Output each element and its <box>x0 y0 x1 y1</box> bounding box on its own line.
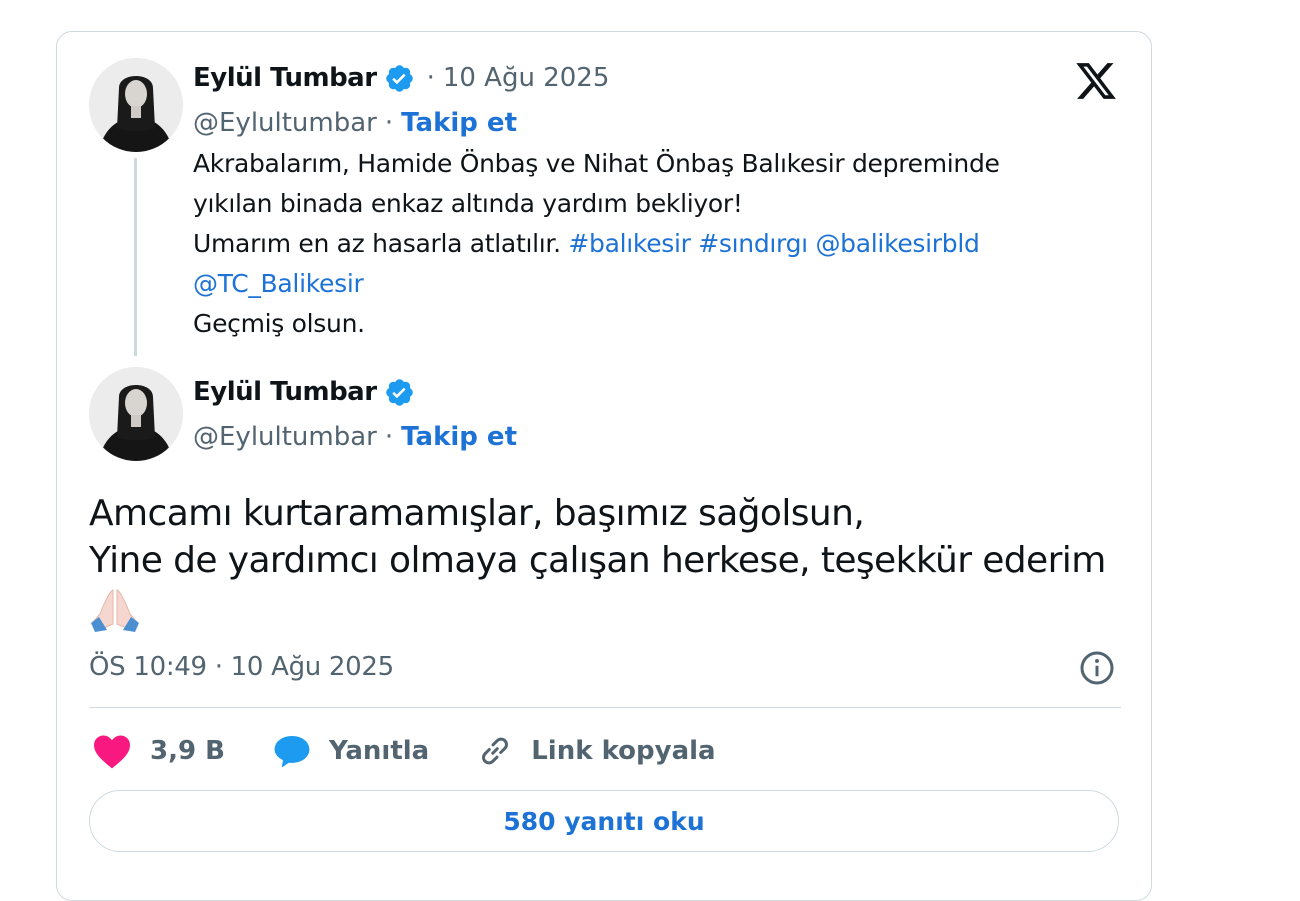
main-author-avatar[interactable] <box>89 367 183 461</box>
verified-badge-icon <box>385 378 413 406</box>
text-segment: Umarım en az hasarla atlatılır. <box>193 229 569 258</box>
main-tweet-header: Eylül Tumbar <box>193 372 415 412</box>
quoted-author-handle[interactable]: @Eylultumbar <box>193 108 377 138</box>
quoted-text-line: Geçmiş olsun. <box>193 304 1093 344</box>
quoted-text-line: @TC_Balikesir <box>193 264 1093 304</box>
quoted-author-name[interactable]: Eylül Tumbar <box>193 63 377 93</box>
hashtag-link[interactable]: #sındırgı <box>698 229 808 258</box>
link-icon <box>482 737 509 765</box>
quoted-tweet-date[interactable]: 10 Ağu 2025 <box>443 63 610 93</box>
like-count: 3,9 B <box>150 736 225 766</box>
mention-link[interactable]: @TC_Balikesir <box>193 269 364 298</box>
main-author-handle[interactable]: @Eylultumbar <box>193 422 377 452</box>
tweet-actions-bar: 3,9 B Yanıtla Link kopyala <box>92 727 764 775</box>
text-segment: yıkılan binada enkaz altında yardım bekl… <box>193 189 743 218</box>
mention-link[interactable]: @balikesirbld <box>815 229 979 258</box>
reply-button[interactable]: Yanıtla <box>273 733 429 769</box>
heart-icon <box>94 735 130 769</box>
main-follow-link[interactable]: Takip et <box>401 422 517 452</box>
text-segment: Akrabalarım, Hamide Önbaş ve Nihat Önbaş… <box>193 149 1000 178</box>
header-separator: · <box>426 63 435 93</box>
like-button[interactable]: 3,9 B <box>92 733 225 769</box>
quoted-tweet-subheader: @Eylultumbar · Takip et <box>193 103 517 143</box>
quoted-author-avatar[interactable] <box>89 58 183 152</box>
tweet-timestamp[interactable]: ÖS 10:49 · 10 Ağu 2025 <box>89 652 394 682</box>
copy-link-label: Link kopyala <box>531 736 716 766</box>
quoted-text-line: Akrabalarım, Hamide Önbaş ve Nihat Önbaş… <box>193 144 1093 184</box>
actions-divider <box>89 707 1121 708</box>
folded-hands-emoji <box>91 589 139 632</box>
quoted-tweet-text: Akrabalarım, Hamide Önbaş ve Nihat Önbaş… <box>193 144 1093 344</box>
quoted-text-line: yıkılan binada enkaz altında yardım bekl… <box>193 184 1093 224</box>
main-tweet-text: Amcamı kurtaramamışlar, başımız sağolsun… <box>89 490 1129 632</box>
hashtag-link[interactable]: #balıkesir <box>568 229 691 258</box>
text-segment: Geçmiş olsun. <box>193 309 365 338</box>
main-tweet-line: Amcamı kurtaramamışlar, başımız sağolsun… <box>89 493 865 534</box>
x-logo-icon[interactable] <box>1074 59 1118 103</box>
handle-separator: · <box>384 422 394 452</box>
quoted-text-line: Umarım en az hasarla atlatılır. #balıkes… <box>193 224 1093 264</box>
main-tweet-subheader: @Eylultumbar · Takip et <box>193 417 517 457</box>
read-replies-label: 580 yanıtı oku <box>503 806 705 836</box>
reply-label: Yanıtla <box>328 736 430 766</box>
verified-badge-icon <box>385 64 413 92</box>
thread-connector-line <box>134 158 137 356</box>
main-author-name[interactable]: Eylül Tumbar <box>193 377 377 407</box>
quoted-follow-link[interactable]: Takip et <box>401 108 517 138</box>
speech-bubble-icon <box>274 735 310 768</box>
copy-link-button[interactable]: Link kopyala <box>477 733 716 769</box>
quoted-tweet-header: Eylül Tumbar · 10 Ağu 2025 <box>193 58 609 98</box>
read-replies-button[interactable]: 580 yanıtı oku <box>89 790 1119 852</box>
info-icon[interactable] <box>1079 650 1115 686</box>
handle-separator: · <box>384 108 394 138</box>
main-tweet-line: Yine de yardımcı olmaya çalışan herkese,… <box>89 540 1106 581</box>
